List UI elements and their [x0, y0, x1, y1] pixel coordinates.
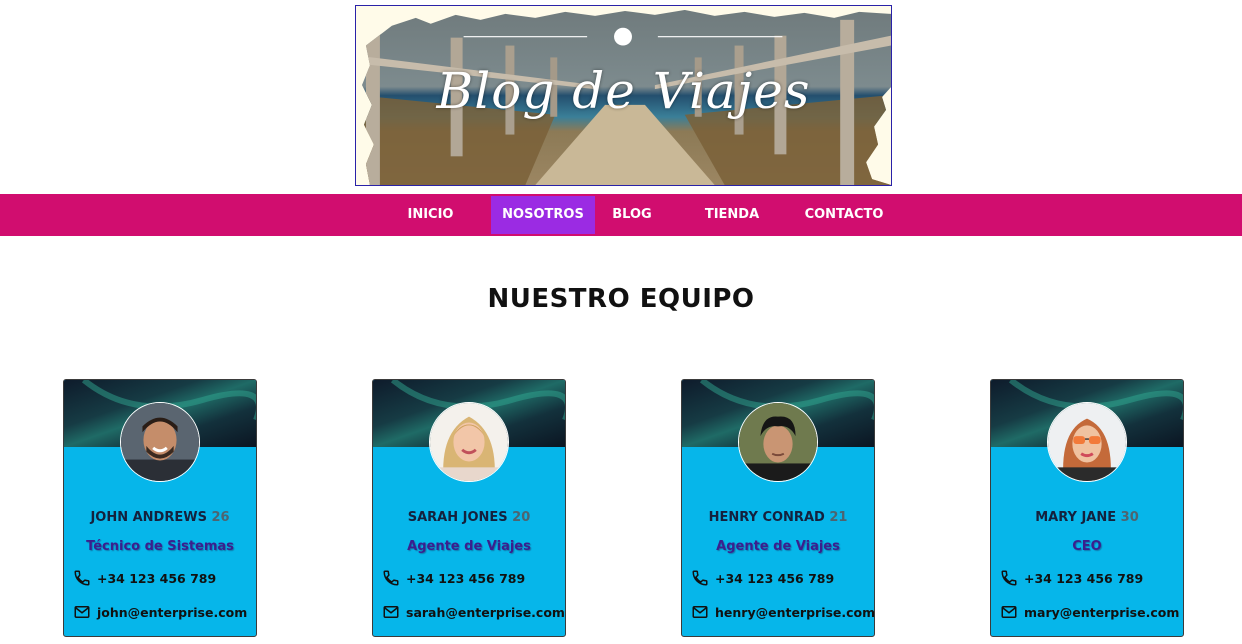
member-age: 21 — [829, 510, 848, 525]
blonde-woman-avatar — [429, 402, 509, 482]
woman-sunglasses-avatar — [1047, 402, 1127, 482]
member-phone[interactable]: +34 123 456 789 — [691, 568, 870, 588]
member-role: CEO — [1072, 539, 1102, 554]
phone-text: +34 123 456 789 — [97, 570, 217, 586]
member-name: MARY JANE 30 — [991, 510, 1183, 525]
email-text: sarah@enterprise.com — [406, 604, 565, 620]
mail-icon — [74, 606, 90, 618]
section-title: NUESTRO EQUIPO — [487, 284, 755, 314]
member-name: SARAH JONES 20 — [373, 510, 565, 525]
member-age: 26 — [211, 510, 230, 525]
mail-icon — [1001, 606, 1017, 618]
phone-icon — [1001, 570, 1017, 586]
phone-icon — [692, 570, 708, 586]
member-role: Agente de Viajes — [716, 539, 840, 554]
nav-item-tienda[interactable]: TIENDA — [693, 196, 771, 234]
member-phone[interactable]: +34 123 456 789 — [1000, 568, 1179, 588]
team-card: SARAH JONES 20 Agente de Viajes +34 123 … — [372, 379, 566, 637]
member-phone[interactable]: +34 123 456 789 — [382, 568, 561, 588]
member-name: HENRY CONRAD 21 — [682, 510, 874, 525]
blog-banner[interactable]: Blog de Viajes — [355, 5, 892, 186]
member-name-text: SARAH JONES — [407, 510, 508, 525]
email-text: henry@enterprise.com — [715, 604, 875, 620]
nav-item-inicio[interactable]: INICIO — [392, 196, 469, 234]
team-card: MARY JANE 30 CEO +34 123 456 789 mary@en… — [990, 379, 1184, 637]
phone-icon — [74, 570, 90, 586]
young-man-avatar — [738, 402, 818, 482]
nav-item-blog[interactable]: BLOG — [601, 196, 663, 234]
email-text: john@enterprise.com — [97, 604, 248, 620]
email-text: mary@enterprise.com — [1024, 604, 1180, 620]
member-email[interactable]: john@enterprise.com — [73, 602, 252, 622]
member-email[interactable]: henry@enterprise.com — [691, 602, 874, 622]
member-age: 30 — [1120, 510, 1139, 525]
member-name-text: JOHN ANDREWS — [90, 510, 207, 525]
man-beard-avatar — [120, 402, 200, 482]
member-role: Técnico de Sistemas — [86, 539, 234, 554]
member-phone[interactable]: +34 123 456 789 — [73, 568, 252, 588]
mail-icon — [383, 606, 399, 618]
phone-text: +34 123 456 789 — [1024, 570, 1144, 586]
member-name-text: MARY JANE — [1035, 510, 1117, 525]
phone-text: +34 123 456 789 — [406, 570, 526, 586]
nav-item-nosotros[interactable]: NOSOTROS — [491, 196, 595, 234]
member-age: 20 — [512, 510, 531, 525]
team-card: HENRY CONRAD 21 Agente de Viajes +34 123… — [681, 379, 875, 637]
member-name: JOHN ANDREWS 26 — [64, 510, 256, 525]
main-nav: INICIO NOSOTROS BLOG TIENDA CONTACTO — [0, 194, 1242, 236]
mail-icon — [692, 606, 708, 618]
nav-item-contacto[interactable]: CONTACTO — [795, 196, 893, 234]
member-name-text: HENRY CONRAD — [708, 510, 825, 525]
member-email[interactable]: sarah@enterprise.com — [382, 602, 565, 622]
phone-text: +34 123 456 789 — [715, 570, 835, 586]
phone-icon — [383, 570, 399, 586]
team-card: JOHN ANDREWS 26 Técnico de Sistemas +34 … — [63, 379, 257, 637]
member-email[interactable]: mary@enterprise.com — [1000, 602, 1179, 622]
banner-title: Blog de Viajes — [436, 62, 811, 120]
member-role: Agente de Viajes — [407, 539, 531, 554]
